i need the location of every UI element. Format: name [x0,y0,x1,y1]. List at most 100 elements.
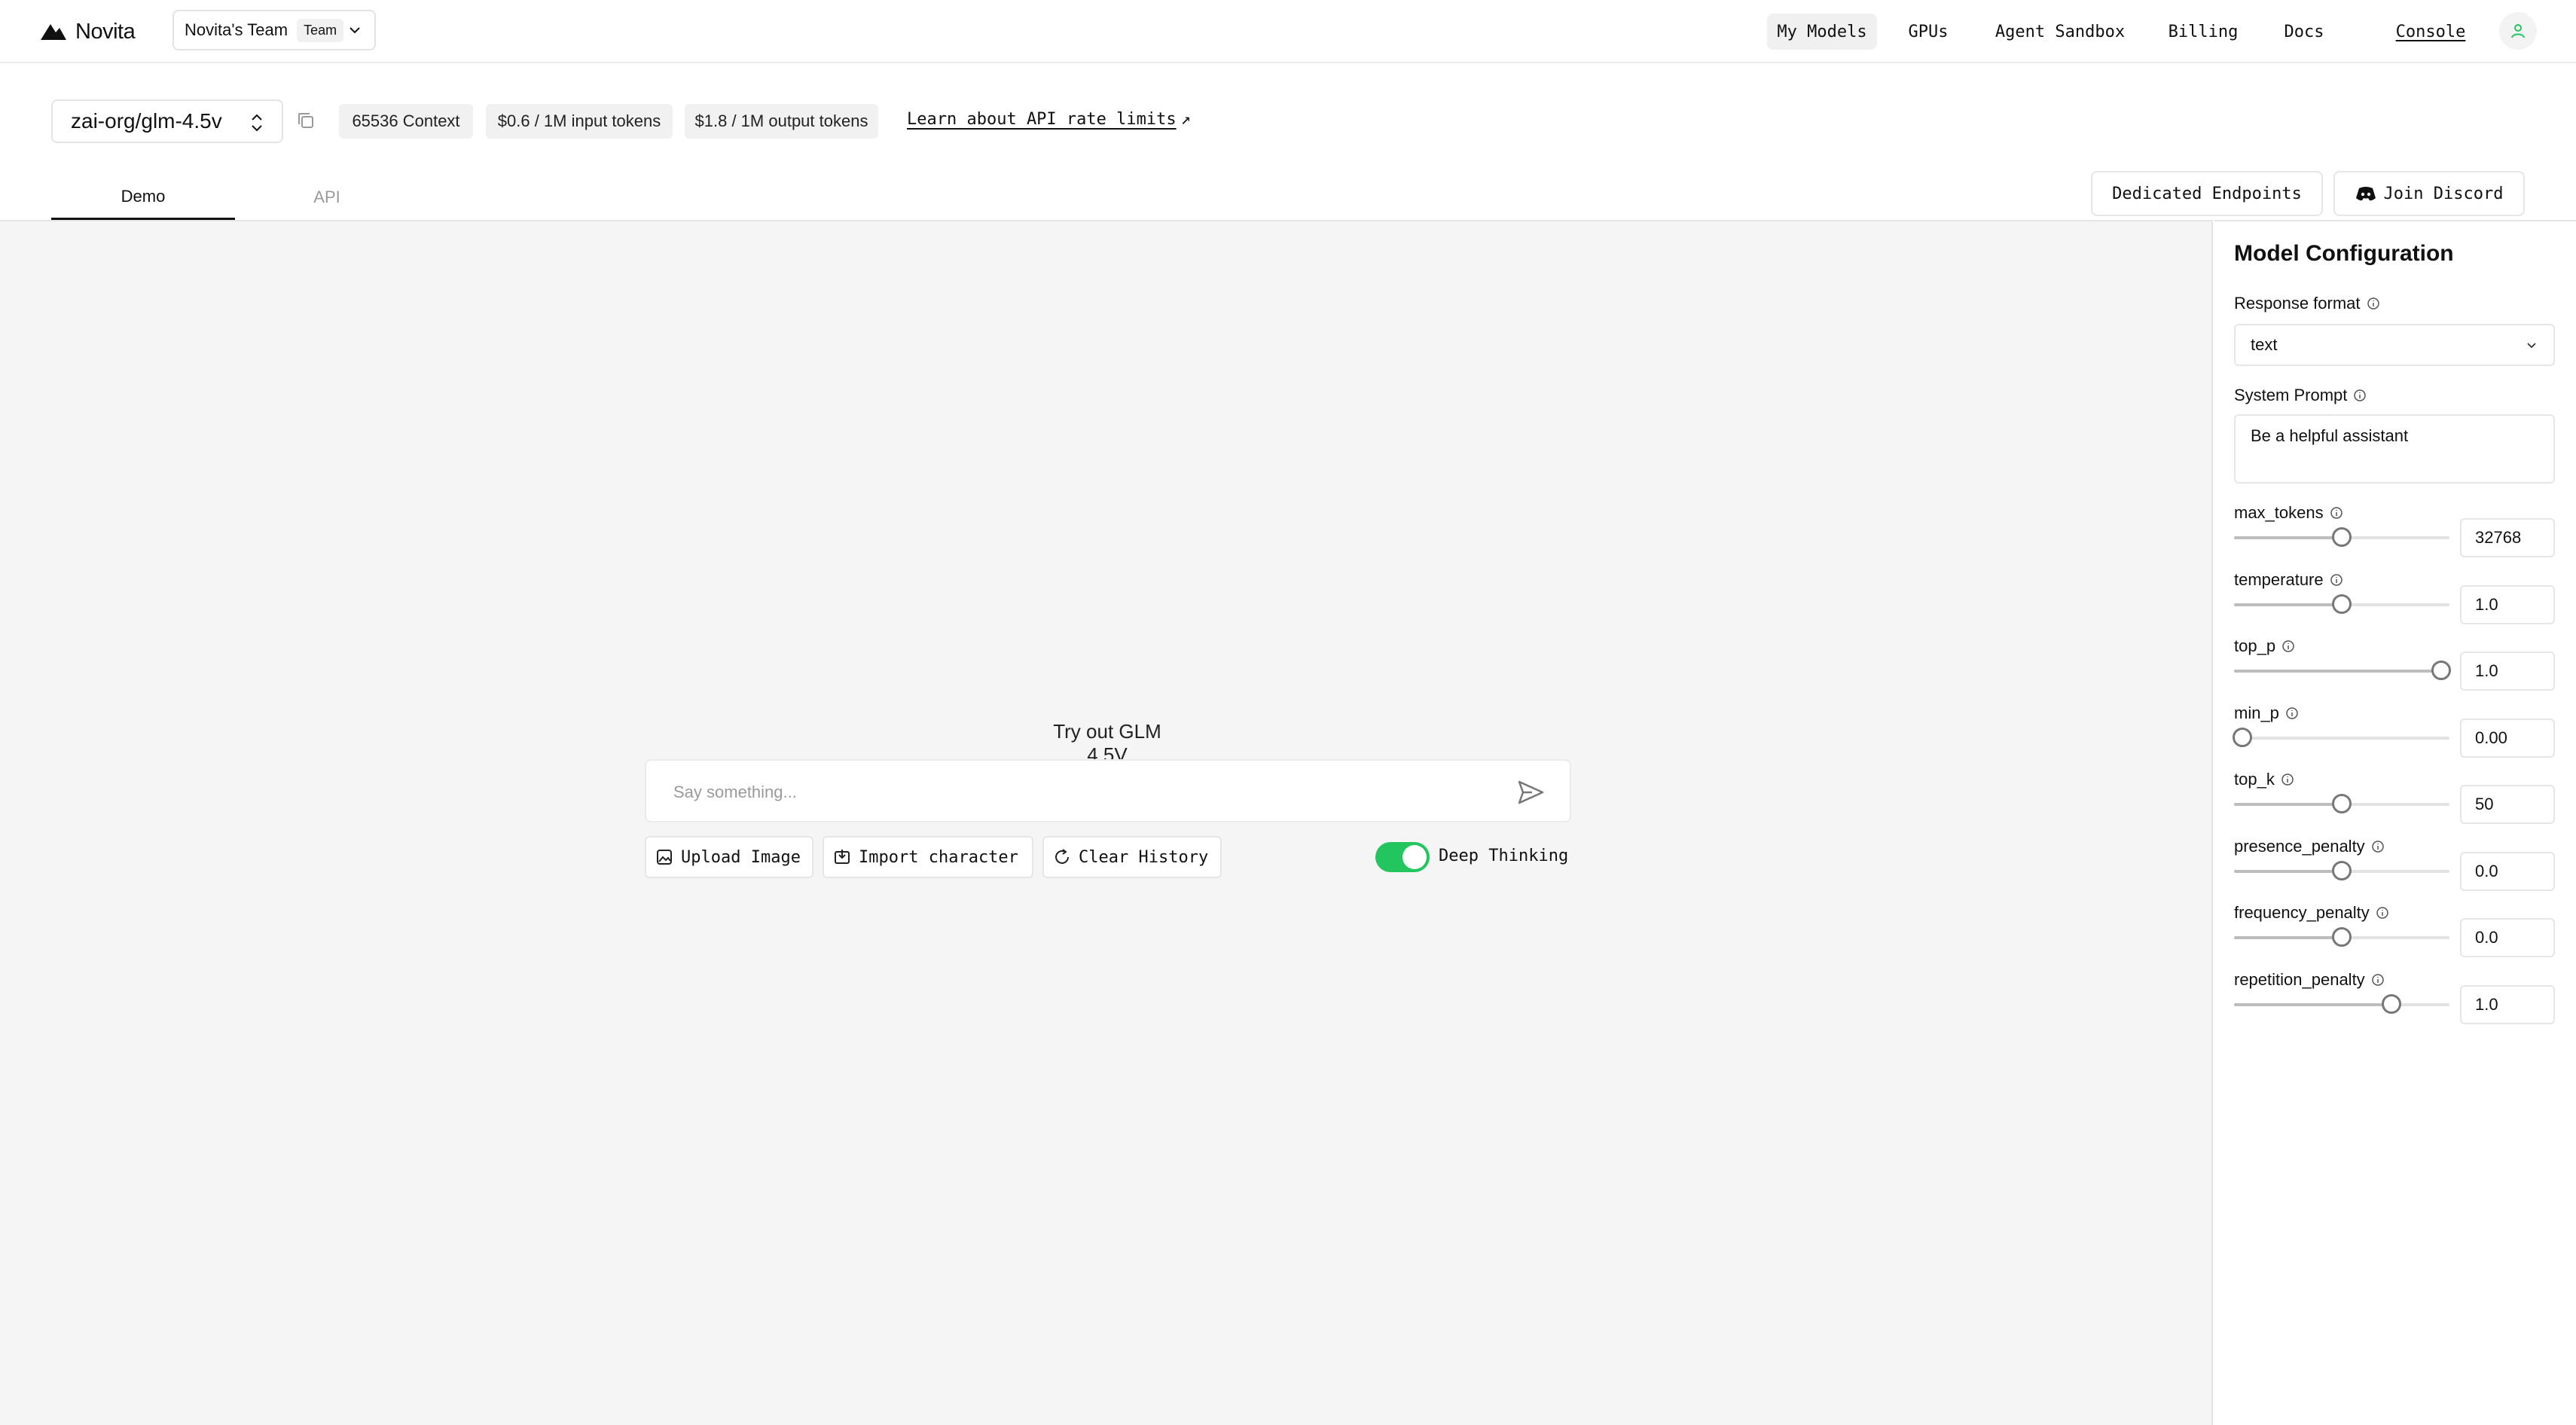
slider-top-p[interactable] [2234,661,2451,680]
context-badge: 65536 Context [339,104,473,139]
output-price-badge: $1.8 / 1M output tokens [685,104,878,139]
param-label-frequency-penalty: frequency_penalty [2234,903,2389,923]
param-label-text: frequency_penalty [2234,903,2370,922]
slider-handle[interactable] [2381,993,2401,1014]
slider-frequency-penalty[interactable] [2234,927,2449,947]
chat-input[interactable] [673,777,1502,807]
value-input-repetition-penalty[interactable]: 1.0 [2460,984,2555,1024]
rate-limits-link[interactable]: Learn about API rate limits ↗ [907,110,1191,129]
toggle-knob [1402,845,1427,869]
response-format-value: text [2251,335,2278,354]
team-name: Novita's Team [185,20,288,39]
slider-handle[interactable] [2332,794,2352,813]
system-prompt-input[interactable]: Be a helpful assistant [2234,414,2555,484]
slider-repetition-penalty[interactable] [2234,993,2449,1014]
brand-logo[interactable]: Novita [39,17,136,47]
team-switcher[interactable]: Novita's Team Team [172,10,376,50]
value-input-max-tokens[interactable]: 32768 [2460,518,2555,557]
response-format-select[interactable]: text [2234,324,2555,366]
brand-name: Novita [75,19,136,44]
dedicated-endpoints-button[interactable]: Dedicated Endpoints [2091,171,2323,216]
slider-handle[interactable] [2431,661,2451,680]
import-character-button[interactable]: Import character [823,836,1033,878]
value-input-frequency-penalty[interactable]: 0.0 [2460,918,2555,957]
import-character-label: Import character [859,847,1018,867]
rate-limits-text: Learn about API rate limits [907,110,1177,129]
config-title: Model Configuration [2234,241,2454,266]
param-label-text: top_k [2234,770,2275,789]
nav-gpus[interactable]: GPUs [1901,14,1955,50]
info-icon[interactable] [2330,506,2343,520]
slider-max-tokens[interactable] [2234,527,2449,547]
upload-image-button[interactable]: Upload Image [645,836,813,878]
info-icon[interactable] [2367,297,2380,310]
input-price-badge: $0.6 / 1M input tokens [486,104,673,139]
param-label-top-p: top_p [2234,636,2295,656]
chat-input-box [645,759,1571,822]
value-input-min-p[interactable]: 0.00 [2460,718,2555,758]
slider-top-k[interactable] [2234,794,2449,813]
deep-thinking-label: Deep Thinking [1439,847,1569,865]
top-navigation: Novita Novita's Team Team My Models GPUs… [0,0,2576,63]
tab-api[interactable]: API [235,175,419,220]
param-label-temperature: temperature [2234,570,2343,590]
chevron-up-down-icon [252,114,262,132]
clear-history-label: Clear History [1079,847,1209,867]
system-prompt-text: System Prompt [2234,386,2348,404]
chevron-down-icon [2527,343,2536,349]
slider-handle[interactable] [2332,527,2352,547]
deep-thinking-toggle[interactable] [1375,842,1430,872]
param-label-max-tokens: max_tokens [2234,503,2343,523]
param-label-min-p: min_p [2234,703,2299,723]
info-icon[interactable] [2371,840,2385,853]
param-label-text: top_p [2234,636,2276,655]
slider-handle[interactable] [2332,860,2352,880]
send-icon[interactable] [1515,777,1546,807]
nav-my-models[interactable]: My Models [1767,14,1877,50]
nav-agent-sandbox[interactable]: Agent Sandbox [1985,14,2135,50]
user-avatar-button[interactable] [2499,12,2537,50]
param-label-top-k: top_k [2234,770,2294,789]
slider-fill [2234,936,2342,939]
join-discord-label: Join Discord [2383,184,2504,203]
nav-console[interactable]: Console [2386,14,2475,50]
slider-presence-penalty[interactable] [2234,860,2449,880]
param-label-text: temperature [2234,569,2324,589]
slider-fill [2234,1002,2391,1006]
value-input-temperature[interactable]: 1.0 [2460,584,2555,624]
param-label-text: max_tokens [2234,503,2324,522]
novita-logo-icon [41,24,66,40]
value-input-presence-penalty[interactable]: 0.0 [2460,851,2555,891]
system-prompt-label: System Prompt [2234,386,2367,405]
value-input-top-p[interactable]: 1.0 [2460,651,2555,691]
chat-area [0,220,2213,1425]
tab-demo[interactable]: Demo [51,175,235,220]
join-discord-button[interactable]: Join Discord [2333,171,2525,216]
external-link-icon: ↗ [1180,110,1191,129]
nav-billing[interactable]: Billing [2160,14,2246,50]
info-icon[interactable] [2376,906,2389,920]
copy-icon[interactable] [295,110,316,131]
slider-fill [2234,869,2342,873]
nav-docs[interactable]: Docs [2275,14,2333,50]
model-selector[interactable]: zai-org/glm-4.5v [51,99,283,143]
slider-temperature[interactable] [2234,593,2449,614]
info-icon[interactable] [2371,973,2385,987]
info-icon[interactable] [2330,573,2343,587]
slider-handle[interactable] [2233,727,2253,747]
value-input-top-k[interactable]: 50 [2460,785,2555,824]
param-label-text: repetition_penalty [2234,969,2365,989]
info-icon[interactable] [2281,773,2294,786]
slider-handle[interactable] [2332,927,2352,947]
slider-min-p[interactable] [2233,727,2449,747]
param-label-text: min_p [2234,703,2279,722]
team-badge: Team [297,18,344,42]
info-icon[interactable] [2353,389,2367,402]
info-icon[interactable] [2281,639,2295,653]
info-icon[interactable] [2285,706,2299,720]
refresh-icon [1055,849,1069,864]
clear-history-button[interactable]: Clear History [1042,836,1222,878]
slider-fill [2234,670,2441,673]
slider-handle[interactable] [2332,593,2352,614]
response-format-label: Response format [2234,294,2380,313]
